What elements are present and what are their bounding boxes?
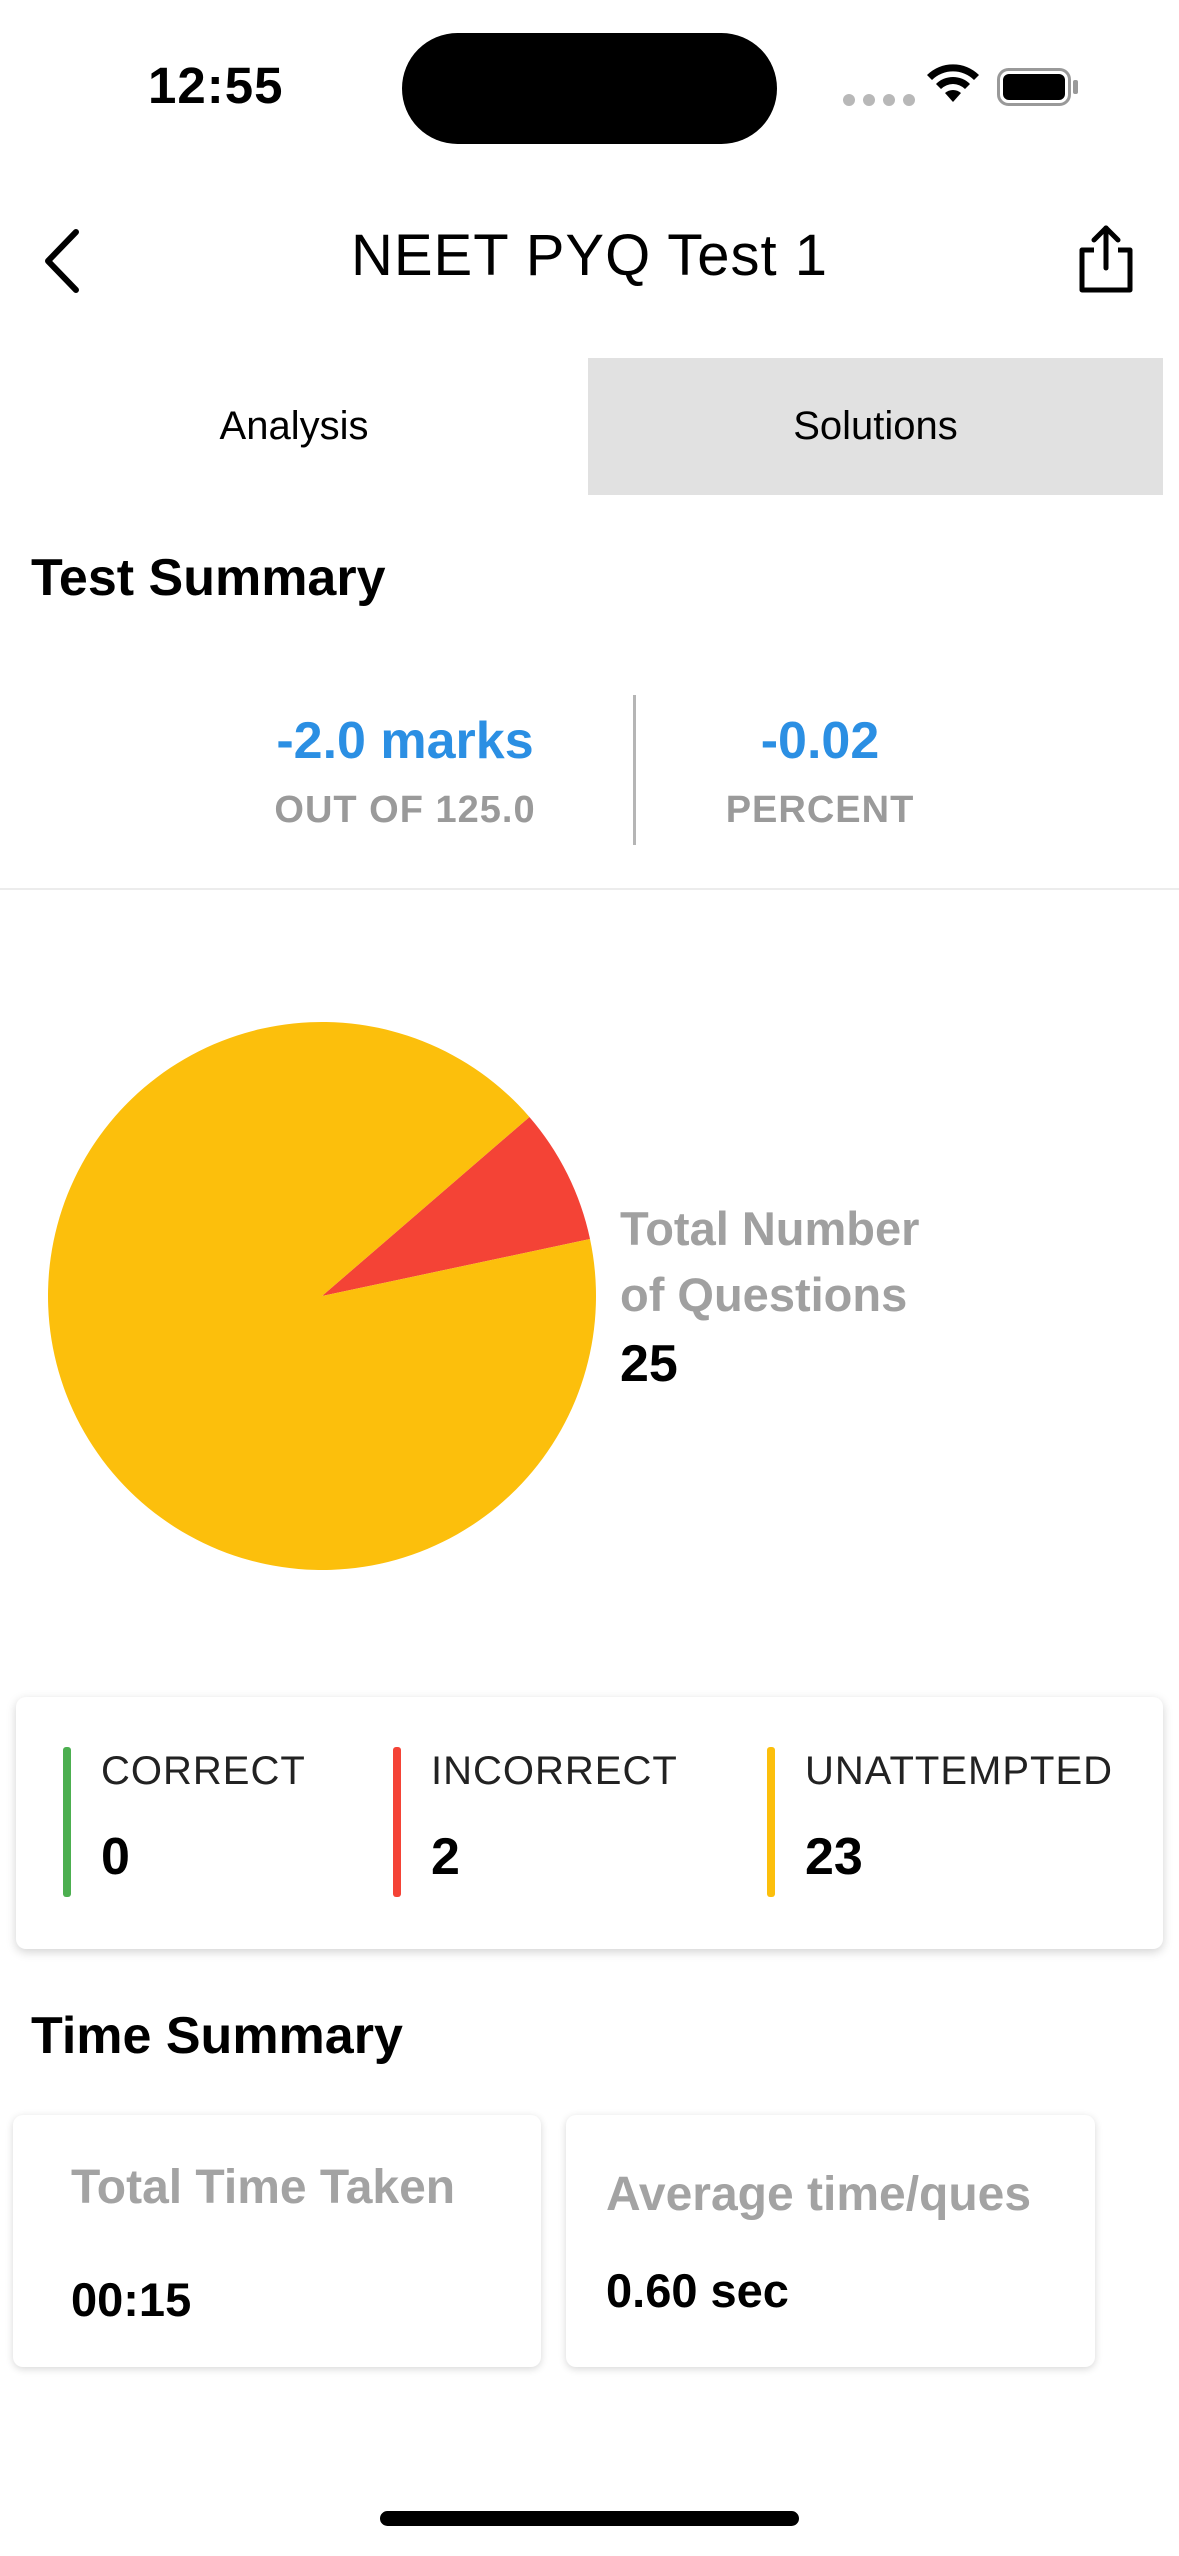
total-time-label: Total Time Taken bbox=[71, 2161, 456, 2214]
unattempted-label: UNATTEMPTED bbox=[805, 1749, 1114, 1793]
correct-value: 0 bbox=[101, 1828, 130, 1886]
tab-solutions[interactable]: Solutions bbox=[588, 358, 1163, 495]
average-time-label: Average time/ques bbox=[606, 2168, 1032, 2221]
section-divider bbox=[0, 888, 1179, 890]
percent-label: PERCENT bbox=[725, 789, 915, 831]
wifi-icon bbox=[927, 64, 979, 102]
marks-value: -2.0 marks bbox=[276, 712, 534, 770]
page-title: NEET PYQ Test 1 bbox=[350, 223, 829, 288]
average-time-value: 0.60 sec bbox=[606, 2264, 789, 2317]
incorrect-value: 2 bbox=[431, 1828, 460, 1886]
pie-caption-line1: Total Number bbox=[620, 1202, 920, 1255]
incorrect-label: INCORRECT bbox=[431, 1749, 678, 1793]
correct-color-bar bbox=[63, 1747, 71, 1897]
result-stats-card: CORRECT 0 INCORRECT 2 UNATTEMPTED 23 bbox=[16, 1697, 1163, 1949]
percent-value: -0.02 bbox=[760, 712, 880, 770]
score-divider bbox=[633, 695, 636, 845]
incorrect-color-bar bbox=[393, 1747, 401, 1897]
status-time: 12:55 bbox=[148, 57, 284, 114]
unattempted-color-bar bbox=[767, 1747, 775, 1897]
cellular-signal-icon bbox=[843, 94, 915, 106]
home-indicator bbox=[380, 2511, 799, 2526]
pie-caption: Total Number of Questions bbox=[620, 1196, 919, 1328]
tab-analysis[interactable]: Analysis bbox=[0, 358, 588, 495]
question-pie-chart bbox=[48, 1022, 596, 1570]
test-summary-title: Test Summary bbox=[31, 549, 386, 607]
total-time-value: 00:15 bbox=[71, 2273, 192, 2326]
correct-label: CORRECT bbox=[101, 1749, 306, 1793]
average-time-card: Average time/ques 0.60 sec bbox=[566, 2115, 1095, 2367]
pie-caption-line2: of Questions bbox=[620, 1268, 908, 1321]
total-time-card: Total Time Taken 00:15 bbox=[13, 2115, 541, 2367]
pie-slice-unattempted bbox=[48, 1022, 596, 1570]
battery-icon bbox=[997, 68, 1078, 106]
share-icon[interactable] bbox=[1072, 224, 1140, 296]
unattempted-value: 23 bbox=[805, 1828, 863, 1886]
marks-label: OUT OF 125.0 bbox=[274, 789, 536, 831]
dynamic-island bbox=[402, 33, 777, 144]
total-questions-value: 25 bbox=[620, 1335, 678, 1393]
time-summary-title: Time Summary bbox=[31, 2007, 403, 2065]
